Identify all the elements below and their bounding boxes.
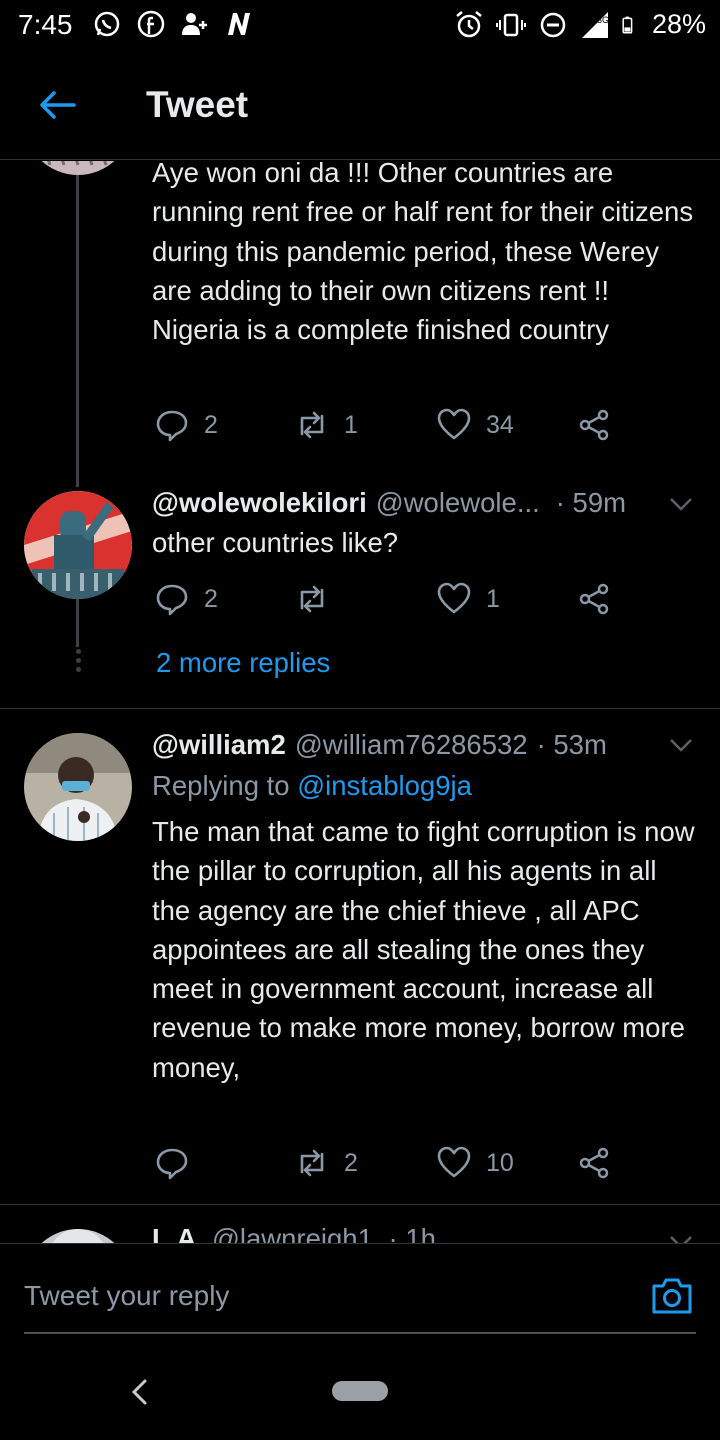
avatar[interactable] (24, 733, 132, 841)
app-header: Tweet (0, 60, 720, 160)
like-button[interactable]: 10 (436, 1145, 514, 1181)
avatar-image (24, 491, 132, 599)
page-title: Tweet (146, 84, 249, 125)
heart-icon (437, 1146, 471, 1178)
retweet-button[interactable] (294, 581, 344, 617)
tweet-time: · 53m (536, 729, 607, 760)
reply-button[interactable]: 2 (154, 581, 218, 617)
battery-percent: 28% (651, 9, 706, 39)
mention-link[interactable]: @instablog9ja (297, 770, 472, 801)
tweet-actions: 2 1 (154, 581, 624, 621)
reply-composer: Tweet your reply (0, 1243, 720, 1343)
dnd-icon (540, 12, 566, 37)
tweet-text: The man that came to fight corruption is… (152, 816, 695, 1083)
display-name[interactable]: L.A (152, 1223, 196, 1243)
divider (0, 1204, 720, 1205)
divider (0, 708, 720, 709)
reply-button[interactable]: 2 (154, 407, 218, 443)
reply-input[interactable]: Tweet your reply (24, 1280, 229, 1312)
reply-button[interactable] (154, 1145, 204, 1181)
notification-icons (92, 9, 254, 39)
tweet-text: other countries like? (152, 527, 399, 558)
reply-icon (156, 1148, 188, 1180)
tweet-actions: 2 10 (154, 1145, 624, 1185)
chevron-down-icon[interactable] (668, 732, 694, 758)
retweet-count: 1 (344, 410, 358, 439)
retweet-icon (300, 585, 324, 613)
retweet-button[interactable]: 1 (294, 407, 358, 443)
facebook-icon (137, 10, 165, 38)
tweet-time: · 59m (555, 487, 627, 518)
display-name[interactable]: @wolewolekilori (152, 487, 367, 519)
alarm-icon (456, 10, 482, 37)
avatar[interactable] (24, 1229, 132, 1243)
share-icon (579, 583, 609, 615)
network-type: 3G (597, 15, 609, 25)
user-handle[interactable]: @wolewole... (376, 487, 540, 519)
like-button[interactable]: 34 (436, 407, 514, 443)
display-name[interactable]: @william2 (152, 729, 286, 761)
vibrate-icon (495, 13, 526, 36)
tweet-time: · 1h (388, 1223, 436, 1243)
like-count: 10 (486, 1148, 514, 1177)
reply-icon (156, 410, 188, 442)
status-bar: 7:45 3G 28% (0, 0, 720, 50)
system-nav-bar (0, 1343, 720, 1440)
tweet-text: Aye won oni da !!! Other countries are r… (152, 161, 694, 346)
heart-icon (437, 408, 471, 440)
chevron-down-icon[interactable] (668, 491, 694, 517)
avatar[interactable] (24, 161, 132, 175)
share-icon (579, 1147, 609, 1179)
n-app-icon (228, 13, 250, 35)
avatar-image (24, 161, 132, 175)
add-user-icon (182, 13, 207, 35)
replying-prefix: Replying to (152, 770, 290, 801)
chevron-down-icon[interactable] (668, 1229, 694, 1243)
share-button[interactable] (576, 581, 612, 617)
tweet-meta: L.A @lawnreigh1 · 1h (152, 1223, 436, 1243)
like-count: 1 (486, 584, 500, 613)
thread-dots (74, 649, 82, 676)
status-time: 7:45 (18, 9, 73, 40)
signal-icon: 3G (581, 11, 609, 38)
input-underline (24, 1332, 696, 1334)
reply-count: 2 (204, 584, 218, 613)
user-handle[interactable]: @william76286532 (295, 729, 528, 761)
replying-to: Replying to @instablog9ja (152, 770, 472, 802)
camera-icon[interactable] (650, 1274, 694, 1316)
tweet-actions: 2 1 34 (154, 407, 624, 447)
share-button[interactable] (576, 407, 612, 443)
thread-line (76, 175, 79, 487)
avatar[interactable] (24, 491, 132, 599)
share-icon (579, 409, 609, 441)
retweet-count: 2 (344, 1148, 358, 1177)
nav-home-pill[interactable] (332, 1381, 388, 1401)
reply-count: 2 (204, 410, 218, 439)
reply-feed[interactable]: Aye won oni da !!! Other countries are r… (0, 161, 720, 1243)
nav-back-icon[interactable] (128, 1377, 152, 1407)
tweet-meta: @william2 @william76286532 · 53m (152, 725, 607, 765)
back-arrow-icon[interactable] (36, 84, 78, 126)
reply-icon (156, 584, 188, 616)
more-replies-link[interactable]: 2 more replies (156, 647, 330, 679)
avatar-image (24, 1229, 132, 1243)
like-button[interactable]: 1 (436, 581, 500, 617)
retweet-button[interactable]: 2 (294, 1145, 358, 1181)
retweet-icon (300, 1149, 324, 1177)
whatsapp-icon (94, 11, 120, 37)
tweet-meta: @wolewolekilori @wolewole... · 59m (152, 483, 626, 523)
system-icons: 3G 28% (454, 9, 706, 40)
avatar-image (24, 733, 132, 841)
user-handle[interactable]: @lawnreigh1 (212, 1223, 373, 1243)
retweet-icon (300, 411, 324, 439)
heart-icon (437, 582, 471, 614)
thread-line (76, 599, 79, 647)
share-button[interactable] (576, 1145, 612, 1181)
like-count: 34 (486, 410, 514, 439)
battery-icon (622, 16, 633, 34)
